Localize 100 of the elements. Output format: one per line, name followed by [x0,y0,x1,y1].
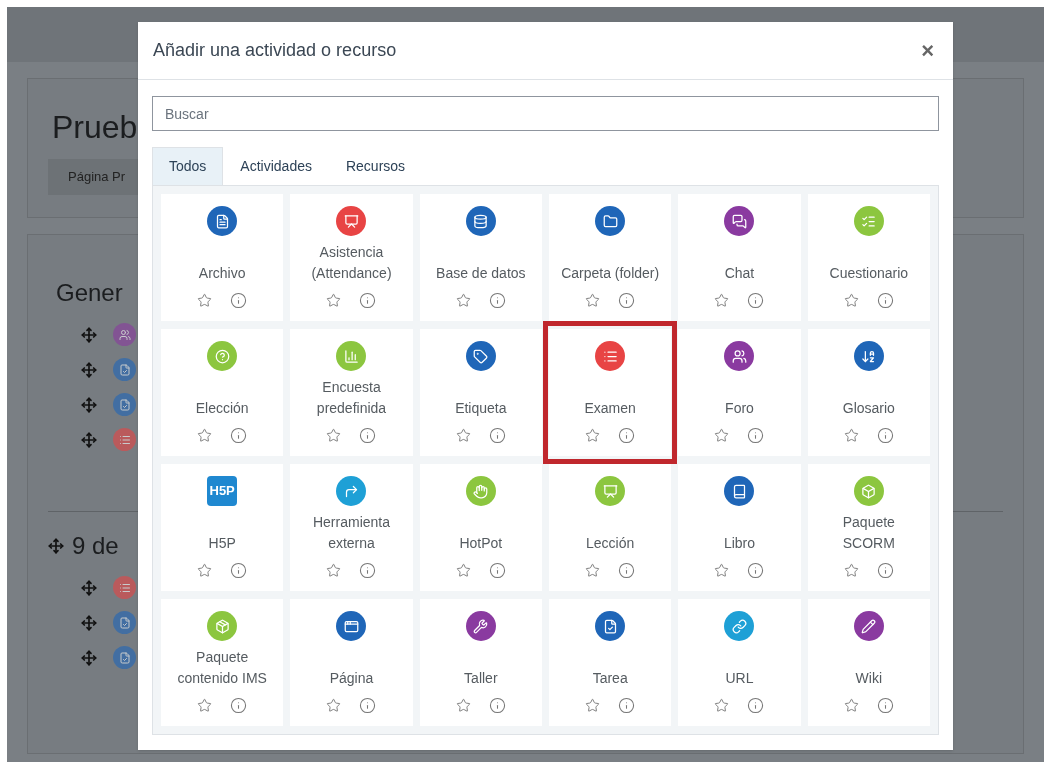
star-icon[interactable] [197,563,213,578]
activity-name[interactable]: Asistencia (Attendance) [298,242,405,284]
info-icon[interactable] [747,697,765,714]
move-icon[interactable] [81,326,97,343]
info-icon[interactable] [359,427,377,444]
window-icon [336,611,367,641]
activity-name[interactable]: Encuesta predefinida [298,377,405,419]
star-icon[interactable] [326,698,342,713]
activity-name[interactable]: Tarea [592,668,628,689]
move-icon[interactable] [48,538,64,554]
info-icon[interactable] [747,562,765,579]
move-icon[interactable] [81,579,97,596]
info-icon[interactable] [488,562,506,579]
info-icon[interactable] [747,427,765,444]
activity-name[interactable]: Wiki [855,668,883,689]
package-icon [207,611,238,641]
info-icon[interactable] [618,562,636,579]
tools-icon [465,611,496,641]
activity-name[interactable]: Glosario [842,398,895,419]
chat-icon [724,206,755,236]
star-icon[interactable] [714,293,730,308]
move-icon[interactable] [81,396,97,413]
info-icon[interactable] [230,562,248,579]
activity-name[interactable]: Taller [464,668,498,689]
activity-name[interactable]: Archivo [198,263,246,284]
tag-icon [465,341,496,371]
search-field[interactable]: Buscar [152,96,939,131]
star-icon[interactable] [714,698,730,713]
activity-name[interactable]: Página [329,668,374,689]
activity-name[interactable]: Chat [724,263,755,284]
move-icon[interactable] [81,649,97,666]
checklist-icon [853,206,884,236]
star-icon[interactable] [197,428,213,443]
activity-name[interactable]: Lección [586,533,635,554]
star-icon[interactable] [585,428,601,443]
star-icon[interactable] [455,563,471,578]
folder-icon [595,206,626,236]
document-check-icon [113,393,136,416]
people-icon [113,323,136,346]
move-icon[interactable] [81,361,97,378]
activity-name[interactable]: Paquete contenido IMS [169,647,276,689]
activity-name[interactable]: Cuestionario [829,263,909,284]
star-icon[interactable] [455,698,471,713]
star-icon[interactable] [197,698,213,713]
info-icon[interactable] [618,427,636,444]
tab[interactable]: Actividades [223,147,329,185]
activity-name[interactable]: HotPot [459,533,503,554]
info-icon[interactable] [876,427,894,444]
question-icon [207,341,238,371]
activity-name[interactable]: URL [725,668,754,689]
activity-name[interactable]: H5P [208,533,236,554]
star-icon[interactable] [843,293,859,308]
star-icon[interactable] [714,563,730,578]
star-icon[interactable] [843,428,859,443]
star-icon[interactable] [843,698,859,713]
star-icon[interactable] [455,293,471,308]
close-button[interactable]: × [917,39,938,62]
star-icon[interactable] [197,293,213,308]
star-icon[interactable] [585,563,601,578]
info-icon[interactable] [618,292,636,309]
info-icon[interactable] [230,427,248,444]
info-icon[interactable] [876,292,894,309]
star-icon[interactable] [326,563,342,578]
info-icon[interactable] [488,427,506,444]
info-icon[interactable] [876,697,894,714]
move-icon[interactable] [81,431,97,448]
tab[interactable]: Todos [152,147,224,185]
list-icon [113,428,136,451]
document-icon [207,206,238,236]
activity-name[interactable]: Libro [723,533,756,554]
move-icon[interactable] [81,614,97,631]
info-icon[interactable] [876,562,894,579]
activity-name[interactable]: Foro [725,398,754,419]
activity-name[interactable]: Paquete SCORM [815,512,922,554]
star-icon[interactable] [585,698,601,713]
activity-name[interactable]: Etiqueta [455,398,507,419]
activity-name[interactable]: Elección [195,398,249,419]
activity-name[interactable]: Examen [584,398,636,419]
info-icon[interactable] [359,562,377,579]
star-icon[interactable] [714,428,730,443]
info-icon[interactable] [359,292,377,309]
info-icon[interactable] [488,697,506,714]
star-icon[interactable] [455,428,471,443]
activity-name[interactable]: Carpeta (folder) [561,263,660,284]
star-icon[interactable] [843,563,859,578]
hand-icon [465,476,496,506]
book-icon [724,476,755,506]
info-icon[interactable] [230,292,248,309]
info-icon[interactable] [618,697,636,714]
star-icon[interactable] [326,293,342,308]
info-icon[interactable] [747,292,765,309]
star-icon[interactable] [585,293,601,308]
activity-name[interactable]: Herramienta externa [298,512,405,554]
document-check-icon [113,611,136,634]
activity-name[interactable]: Base de datos [436,263,526,284]
info-icon[interactable] [488,292,506,309]
info-icon[interactable] [230,697,248,714]
info-icon[interactable] [359,697,377,714]
tab[interactable]: Recursos [328,147,423,185]
star-icon[interactable] [326,428,342,443]
